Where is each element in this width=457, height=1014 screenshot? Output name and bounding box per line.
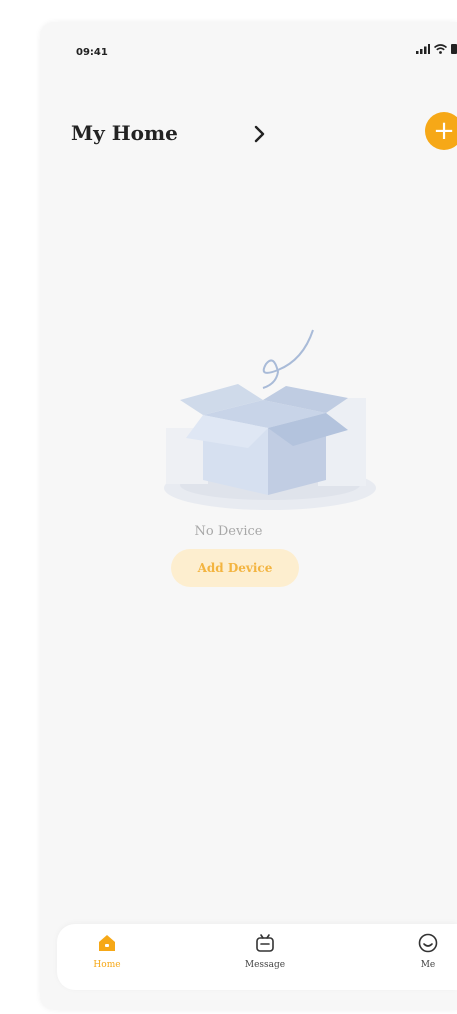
- tab-home-label: Home: [93, 960, 121, 970]
- status-time: 09:41: [76, 47, 108, 58]
- status-icons: [416, 44, 457, 54]
- tab-message-label: Message: [244, 960, 286, 970]
- plus-icon: +: [433, 116, 455, 146]
- add-device-button[interactable]: Add Device: [171, 549, 299, 587]
- smile-icon: [418, 933, 438, 953]
- wifi-icon: [434, 44, 447, 54]
- tab-home[interactable]: Home: [67, 932, 147, 970]
- tab-message[interactable]: Message: [225, 932, 305, 970]
- app-screen: 09:41 My Home +: [40, 22, 457, 1010]
- tab-me-label: Me: [420, 960, 436, 970]
- message-icon: [256, 934, 274, 952]
- add-home-button[interactable]: +: [425, 112, 457, 150]
- signal-icon: [416, 44, 430, 54]
- empty-message: No Device: [194, 524, 263, 539]
- chevron-right-icon[interactable]: [253, 124, 267, 144]
- home-icon: [99, 935, 115, 951]
- home-title[interactable]: My Home: [71, 121, 178, 145]
- tab-me[interactable]: Me: [388, 932, 457, 970]
- bottom-tab-bar: Home Message Me: [57, 924, 457, 990]
- empty-box-illustration: [164, 329, 376, 510]
- battery-icon: [451, 44, 457, 54]
